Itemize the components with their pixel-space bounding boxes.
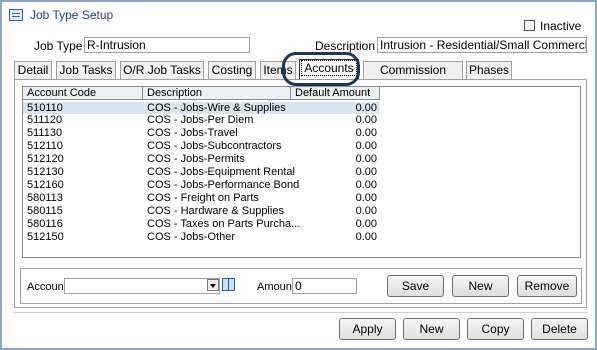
table-row[interactable]: 580113 COS - Freight on Parts 0.00: [23, 192, 380, 204]
tab-phases[interactable]: Phases: [466, 61, 512, 79]
table-row[interactable]: 511120 COS - Jobs-Per Diem 0.00: [23, 114, 380, 126]
remove-button[interactable]: Remove: [517, 275, 577, 297]
tab-commission-types[interactable]: Commission Types: [363, 61, 463, 94]
column-header-description[interactable]: Description: [143, 87, 291, 100]
table-row[interactable]: 580116 COS - Taxes on Parts Purcha... 0.00: [23, 218, 380, 230]
column-header-default-amount[interactable]: Default Amount: [291, 87, 380, 100]
accounts-tab-highlight: [282, 52, 360, 86]
table-row[interactable]: 512160 COS - Jobs-Performance Bond 0.00: [23, 179, 380, 191]
table-row[interactable]: 510110 COS - Jobs-Wire & Supplies 0.00: [23, 102, 380, 114]
account-label: Account: [27, 281, 67, 293]
window-title: Job Type Setup: [30, 8, 114, 22]
table-row[interactable]: 512130 COS - Jobs-Equipment Rental 0.00: [23, 166, 380, 178]
account-select[interactable]: [64, 278, 220, 294]
account-lookup-icon[interactable]: [222, 278, 235, 291]
inactive-checkbox[interactable]: [524, 20, 535, 31]
inactive-label: Inactive: [540, 19, 582, 33]
grid-header: Account Code Description Default Amount: [23, 87, 380, 100]
tab-detail[interactable]: Detail: [14, 61, 52, 79]
table-row[interactable]: 511130 COS - Jobs-Travel 0.00: [23, 127, 380, 139]
tab-job-tasks[interactable]: Job Tasks: [56, 61, 116, 79]
tab-or-job-tasks[interactable]: O/R Job Tasks: [120, 61, 204, 79]
table-row[interactable]: 512110 COS - Jobs-Subcontractors 0.00: [23, 140, 380, 152]
description-input[interactable]: Intrusion - Residential/Small Commercial: [377, 37, 587, 53]
window-icon: [9, 9, 23, 21]
accounts-grid[interactable]: Account Code Description Default Amount …: [22, 86, 581, 258]
apply-button[interactable]: Apply: [339, 318, 396, 340]
table-row[interactable]: 580115 COS - Hardware & Supplies 0.00: [23, 205, 380, 217]
amount-label: Amount: [257, 281, 295, 293]
grid-new-button[interactable]: New: [452, 275, 509, 297]
column-header-account-code[interactable]: Account Code: [23, 87, 143, 100]
save-button[interactable]: Save: [387, 275, 444, 297]
new-button[interactable]: New: [403, 318, 460, 340]
job-type-input[interactable]: R-Intrusion: [84, 37, 250, 53]
amount-input[interactable]: 0: [292, 278, 357, 294]
delete-button[interactable]: Delete: [531, 318, 588, 340]
copy-button[interactable]: Copy: [467, 318, 524, 340]
table-row[interactable]: 512120 COS - Jobs-Permits 0.00: [23, 153, 380, 165]
table-row[interactable]: 512150 COS - Jobs-Other 0.00: [23, 231, 380, 243]
divider: [14, 312, 587, 313]
description-label: Description: [315, 39, 376, 53]
tab-costing[interactable]: Costing: [208, 61, 256, 79]
job-type-label: Job Type: [34, 39, 83, 53]
chevron-down-icon[interactable]: [207, 279, 219, 291]
